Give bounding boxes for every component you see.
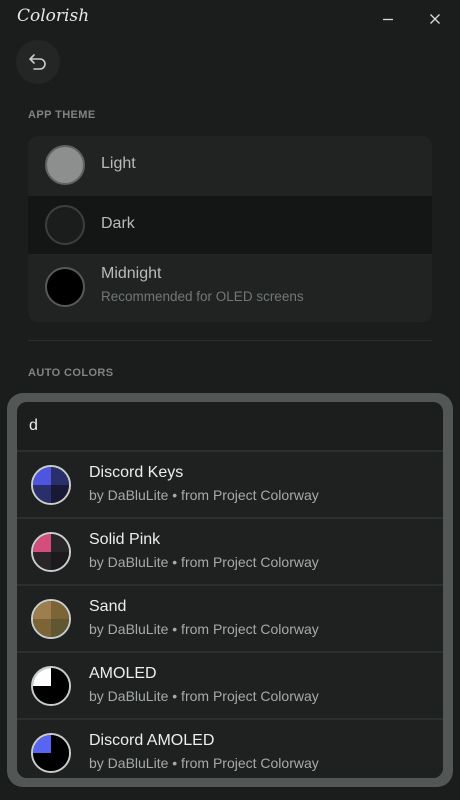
theme-swatch [45, 205, 85, 245]
theme-options: Light Dark Midnight Recommended for OLED… [28, 136, 432, 322]
colorway-name: Discord AMOLED [89, 732, 215, 749]
theme-description: Recommended for OLED screens [101, 289, 304, 304]
theme-name: Midnight [101, 265, 162, 282]
colorway-name: AMOLED [89, 665, 157, 682]
app-theme-heading: APP THEME [28, 109, 96, 121]
section-divider [28, 340, 432, 341]
theme-name: Light [101, 155, 136, 172]
colorway-preview-icon [31, 733, 71, 773]
theme-option-midnight[interactable]: Midnight Recommended for OLED screens [28, 254, 432, 322]
colorway-name: Solid Pink [89, 531, 161, 548]
colorway-author: by DaBluLite • from Project Colorway [89, 621, 319, 637]
colorway-preview-icon [31, 599, 71, 639]
colorway-name: Discord Keys [89, 464, 184, 481]
colorway-item-sand[interactable]: Sand by DaBluLite • from Project Colorwa… [17, 586, 443, 651]
colorway-item-discord-amoled[interactable]: Discord AMOLED by DaBluLite • from Proje… [17, 720, 443, 778]
theme-swatch [45, 267, 85, 307]
colorway-author: by DaBluLite • from Project Colorway [89, 487, 319, 503]
auto-colors-heading: AUTO COLORS [28, 367, 114, 379]
colorway-search-popup: Discord Keys by DaBluLite • from Project… [7, 393, 453, 787]
theme-option-light[interactable]: Light [28, 136, 432, 196]
colorway-author: by DaBluLite • from Project Colorway [89, 554, 319, 570]
colorway-name: Sand [89, 598, 127, 615]
theme-swatch [45, 145, 85, 185]
minimize-button[interactable] [377, 8, 399, 30]
colorway-author: by DaBluLite • from Project Colorway [89, 688, 319, 704]
title-bar: Colorish [0, 0, 460, 36]
colorway-preview-icon [31, 532, 71, 572]
colorway-preview-icon [31, 666, 71, 706]
colorway-search-panel: Discord Keys by DaBluLite • from Project… [17, 402, 443, 778]
theme-name: Dark [101, 215, 135, 232]
back-button[interactable] [16, 40, 60, 84]
colorway-item-amoled[interactable]: AMOLED by DaBluLite • from Project Color… [17, 653, 443, 718]
colorway-item-solid-pink[interactable]: Solid Pink by DaBluLite • from Project C… [17, 519, 443, 584]
colorway-item-discord-keys[interactable]: Discord Keys by DaBluLite • from Project… [17, 452, 443, 517]
theme-option-dark[interactable]: Dark [28, 196, 432, 254]
colorway-search-input[interactable] [17, 402, 443, 450]
undo-arrow-icon [29, 54, 46, 70]
colorway-author: by DaBluLite • from Project Colorway [89, 755, 319, 771]
app-title: Colorish [17, 6, 90, 26]
minimize-icon [383, 18, 393, 21]
colorway-preview-icon [31, 465, 71, 505]
close-icon [430, 14, 440, 24]
close-button[interactable] [424, 8, 446, 30]
